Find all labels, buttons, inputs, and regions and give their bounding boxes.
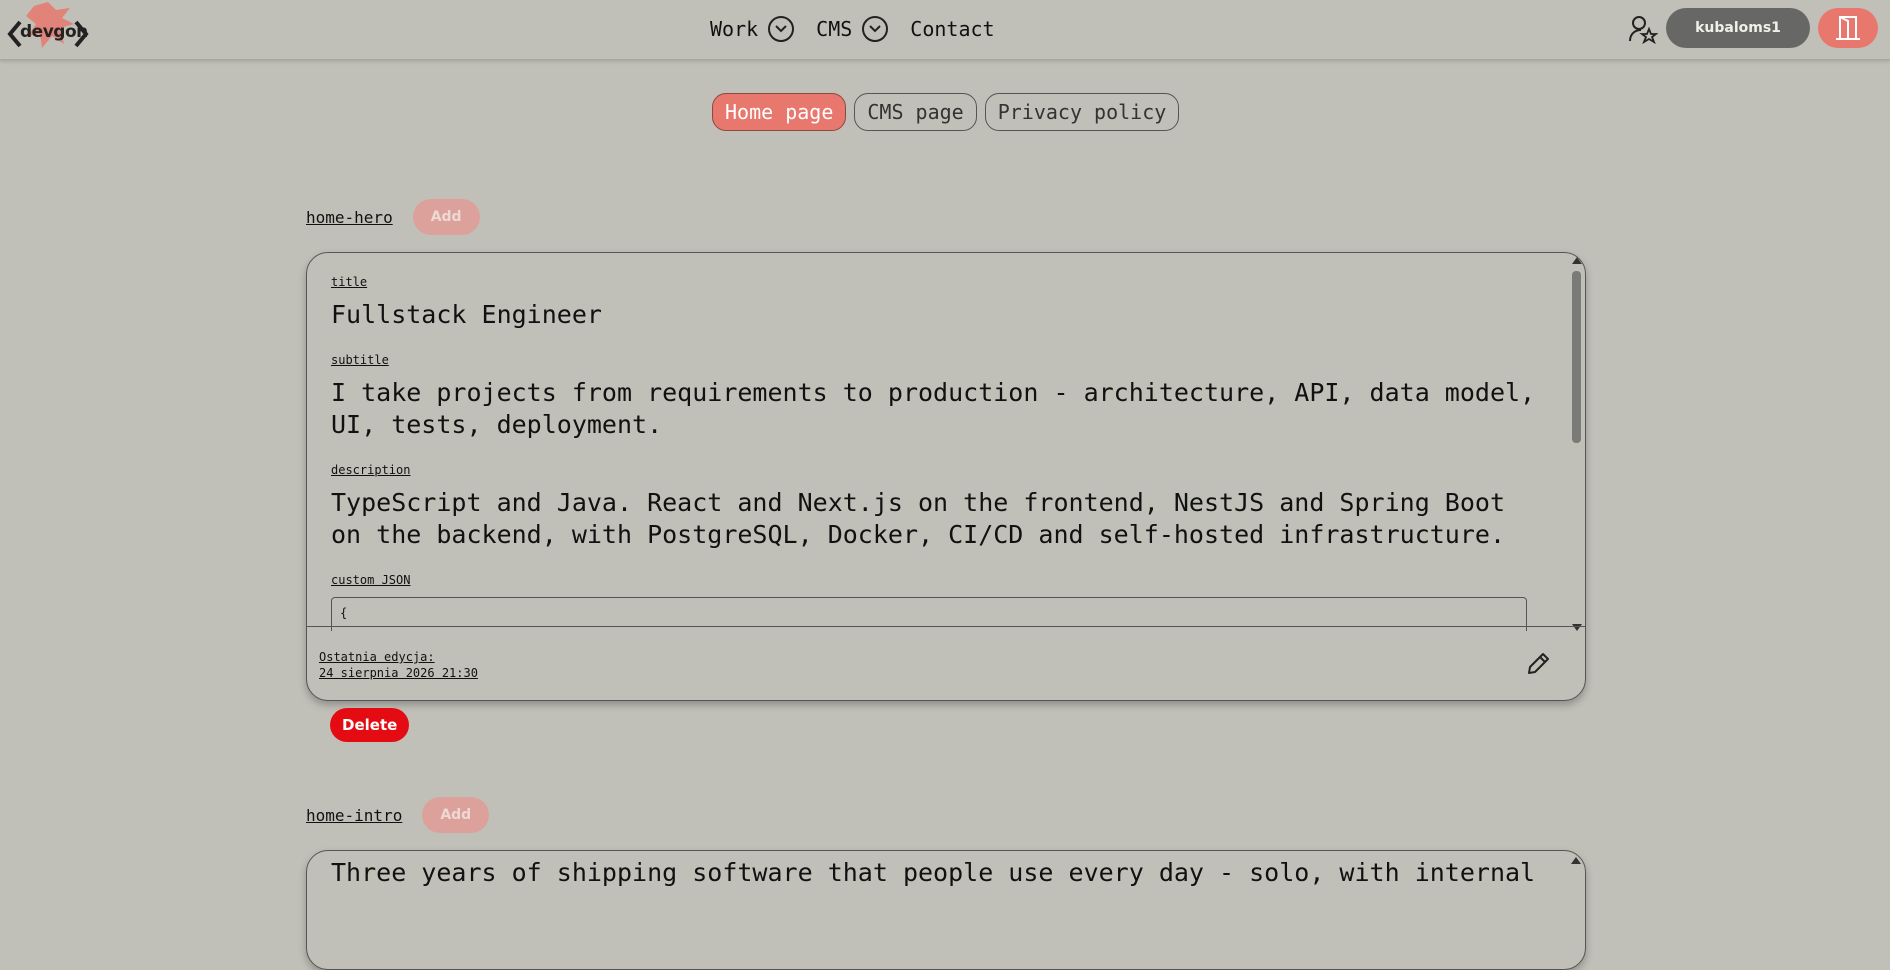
last-edit-label: Ostatnia edycja:: [319, 650, 435, 664]
top-bar: devgon Work CMS Contact kubaloms1: [0, 0, 1890, 60]
field-label-title: title: [331, 275, 368, 289]
nav-contact[interactable]: Contact: [910, 17, 994, 41]
field-value-description: TypeScript and Java. React and Next.js o…: [331, 488, 1505, 549]
card-footer: Ostatnia edycja: 24 sierpnia 2026 21:30: [307, 626, 1585, 700]
chevron-down-icon[interactable]: [768, 16, 795, 42]
nav-contact-label: Contact: [910, 17, 995, 41]
tab-privacy-policy[interactable]: Privacy policy: [984, 93, 1180, 131]
field-value-title: Fullstack Engineer: [331, 300, 602, 329]
scroll-up-arrow-icon[interactable]: [1572, 257, 1582, 264]
last-edit-date: 24 sierpnia 2026 21:30: [319, 666, 478, 680]
delete-button[interactable]: Delete: [330, 708, 410, 742]
tab-cms-page[interactable]: CMS page: [854, 93, 977, 131]
user-star-icon[interactable]: [1628, 14, 1659, 45]
field-label-description: description: [331, 463, 411, 477]
tab-home-page[interactable]: Home page: [712, 93, 847, 131]
field-label-custom-json: custom JSON: [331, 573, 411, 587]
section-header-home-hero: home-hero Add: [306, 199, 480, 235]
nav-cms[interactable]: CMS: [816, 16, 889, 42]
chevron-down-icon[interactable]: [862, 16, 889, 42]
logo-text: devgon: [20, 22, 88, 42]
main-nav: Work CMS Contact: [710, 12, 1017, 46]
pencil-icon[interactable]: [1525, 651, 1551, 677]
nav-cms-label: CMS: [816, 17, 853, 41]
field-value-intro: Three years of shipping software that pe…: [331, 858, 1536, 887]
scroll-up-arrow-icon[interactable]: [1570, 857, 1581, 864]
field-value-subtitle: I take projects from requirements to pro…: [331, 378, 1536, 439]
user-button[interactable]: kubaloms1: [1666, 8, 1810, 48]
scroll-thumb[interactable]: [1572, 271, 1581, 443]
nav-work-label: Work: [710, 17, 759, 41]
logout-button[interactable]: [1818, 8, 1878, 48]
card-scrollbar[interactable]: [1571, 257, 1583, 631]
last-edit-info: Ostatnia edycja: 24 sierpnia 2026 21:30: [319, 649, 478, 681]
section-key[interactable]: home-hero: [306, 208, 393, 227]
section-key[interactable]: home-intro: [306, 806, 402, 825]
add-button[interactable]: Add: [412, 199, 480, 235]
nav-work[interactable]: Work: [710, 16, 795, 42]
logo[interactable]: devgon: [6, 2, 92, 56]
page-tabs: Home page CMS page Privacy policy: [712, 93, 1180, 131]
section-header-home-intro: home-intro Add: [306, 797, 490, 833]
door-exit-icon: [1836, 16, 1860, 40]
content-card-home-intro: Three years of shipping software that pe…: [306, 850, 1586, 970]
add-button[interactable]: Add: [422, 797, 490, 833]
card-scroll-area[interactable]: title Fullstack Engineer subtitle I take…: [307, 253, 1571, 631]
field-label-subtitle: subtitle: [331, 353, 389, 367]
content-card-home-hero: title Fullstack Engineer subtitle I take…: [306, 252, 1586, 701]
